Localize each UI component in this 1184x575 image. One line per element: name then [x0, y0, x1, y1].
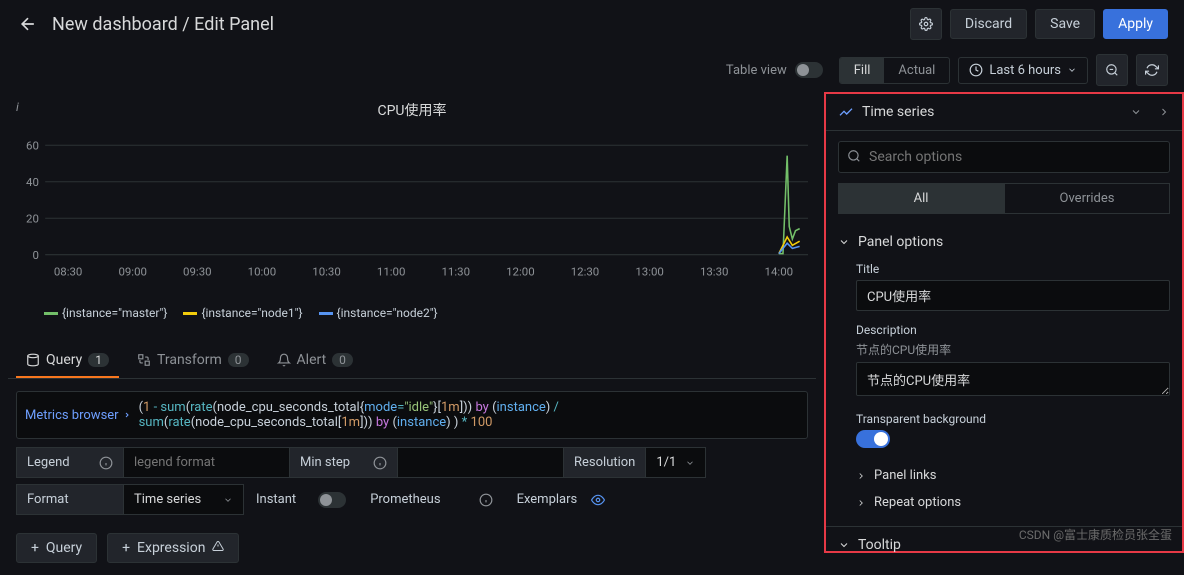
time-range-label: Last 6 hours	[989, 63, 1061, 78]
legend-input[interactable]	[124, 447, 290, 478]
fill-segment[interactable]: Fill	[840, 58, 885, 83]
apply-button[interactable]: Apply	[1103, 9, 1168, 39]
svg-text:0: 0	[32, 248, 38, 262]
eye-icon[interactable]	[591, 493, 605, 507]
zoom-out-icon	[1105, 63, 1119, 77]
transparent-toggle[interactable]	[856, 430, 890, 448]
chevron-down-icon	[685, 458, 695, 468]
transform-icon	[137, 353, 151, 367]
min-step-input[interactable]	[398, 447, 564, 478]
title-label: Title	[856, 262, 1170, 276]
title-input[interactable]	[856, 280, 1170, 311]
watermark: CSDN @富士康质检员张全蛋	[1019, 526, 1172, 543]
chevron-down-icon[interactable]	[1130, 106, 1142, 118]
chart-icon	[838, 104, 854, 120]
legend-item[interactable]: {instance="node1"}	[183, 306, 302, 320]
resolution-select[interactable]: 1/1	[646, 447, 706, 478]
info-icon	[479, 493, 493, 507]
bell-icon	[277, 353, 291, 367]
svg-text:12:00: 12:00	[506, 265, 535, 279]
zoom-out-button[interactable]	[1096, 54, 1128, 86]
database-icon	[26, 353, 40, 367]
svg-text:14:00: 14:00	[765, 265, 794, 279]
chevron-right-icon[interactable]	[1158, 106, 1170, 118]
svg-text:13:30: 13:30	[700, 265, 729, 279]
chart-panel: i CPU使用率 60 40 20 0 08:3009:0009:30 10	[8, 92, 816, 328]
chart-svg[interactable]: 60 40 20 0 08:30 09:00 09:30 10:00 10:30 11:…	[16, 128, 808, 298]
repeat-options-header[interactable]: Repeat options	[856, 489, 1170, 516]
warning-icon	[212, 540, 224, 552]
description-input[interactable]: 节点的CPU使用率	[856, 362, 1170, 396]
tab-query[interactable]: Query1	[16, 344, 119, 378]
panel-links-header[interactable]: Panel links	[856, 462, 1170, 489]
legend-item[interactable]: {instance="node2"}	[319, 306, 438, 320]
table-view-label: Table view	[726, 63, 787, 78]
tab-alert[interactable]: Alert0	[267, 344, 363, 378]
refresh-button[interactable]	[1136, 54, 1168, 86]
chevron-right-icon	[856, 498, 866, 508]
page-title: New dashboard / Edit Panel	[52, 14, 910, 35]
description-sublabel: 节点的CPU使用率	[856, 341, 1170, 358]
discard-button[interactable]: Discard	[950, 9, 1027, 39]
settings-button[interactable]	[910, 8, 942, 40]
save-button[interactable]: Save	[1035, 9, 1095, 39]
format-label: Format	[16, 484, 124, 515]
query-expression[interactable]: (1 - sum(rate(node_cpu_seconds_total{mod…	[139, 400, 799, 430]
svg-text:08:30: 08:30	[54, 265, 83, 279]
legend-label: Legend	[16, 447, 124, 478]
resolution-label: Resolution	[564, 447, 646, 478]
gear-icon	[919, 17, 933, 31]
min-step-label: Min step	[290, 447, 398, 478]
format-select[interactable]: Time series	[124, 484, 244, 515]
info-icon[interactable]: i	[16, 100, 19, 114]
exemplars-row: Exemplars	[505, 485, 618, 514]
metrics-browser-link[interactable]: Metrics browser	[25, 400, 131, 430]
table-view-toggle-row: Table view	[726, 62, 823, 78]
legend-item[interactable]: {instance="master"}	[44, 306, 167, 320]
info-icon	[99, 456, 113, 470]
svg-text:13:00: 13:00	[635, 265, 664, 279]
svg-text:40: 40	[26, 175, 39, 189]
svg-text:60: 60	[26, 138, 39, 152]
table-view-toggle[interactable]	[795, 62, 823, 78]
description-label: Description	[856, 323, 1170, 337]
svg-text:10:30: 10:30	[312, 265, 341, 279]
svg-text:09:00: 09:00	[118, 265, 147, 279]
svg-text:09:30: 09:30	[183, 265, 212, 279]
chart-title: CPU使用率	[16, 100, 808, 120]
chevron-down-icon	[223, 495, 233, 505]
actual-segment[interactable]: Actual	[884, 58, 949, 83]
add-query-button[interactable]: + Query	[16, 533, 97, 563]
viz-type-label[interactable]: Time series	[862, 104, 1122, 120]
scope-overrides[interactable]: Overrides	[1004, 183, 1170, 214]
tab-transform[interactable]: Transform0	[127, 344, 259, 378]
svg-text:12:30: 12:30	[571, 265, 600, 279]
add-expression-button[interactable]: + Expression	[107, 533, 239, 563]
info-icon	[373, 456, 387, 470]
chevron-right-icon	[856, 471, 866, 481]
panel-options-header[interactable]: Panel options	[838, 234, 1170, 250]
time-range-picker[interactable]: Last 6 hours	[958, 57, 1088, 84]
svg-text:10:00: 10:00	[248, 265, 277, 279]
prometheus-row: Prometheus	[358, 485, 504, 514]
back-arrow-icon[interactable]	[16, 12, 40, 36]
chevron-down-icon	[1067, 65, 1077, 75]
svg-text:11:30: 11:30	[442, 265, 471, 279]
svg-text:11:00: 11:00	[377, 265, 406, 279]
scope-all[interactable]: All	[838, 183, 1004, 214]
fill-actual-segment: Fill Actual	[839, 57, 951, 84]
search-options-input[interactable]	[838, 141, 1170, 173]
instant-row: Instant	[244, 485, 358, 515]
instant-toggle[interactable]	[318, 492, 346, 508]
chevron-down-icon	[838, 236, 850, 248]
query-editor[interactable]: Metrics browser (1 - sum(rate(node_cpu_s…	[16, 391, 808, 439]
search-icon	[847, 149, 861, 163]
options-panel: Time series All Overrides Panel options …	[824, 92, 1184, 553]
refresh-icon	[1145, 63, 1159, 77]
svg-text:20: 20	[26, 211, 39, 225]
chevron-right-icon	[123, 411, 131, 419]
chevron-down-icon	[838, 539, 850, 551]
transparent-label: Transparent background	[856, 412, 1170, 426]
clock-icon	[969, 63, 983, 77]
